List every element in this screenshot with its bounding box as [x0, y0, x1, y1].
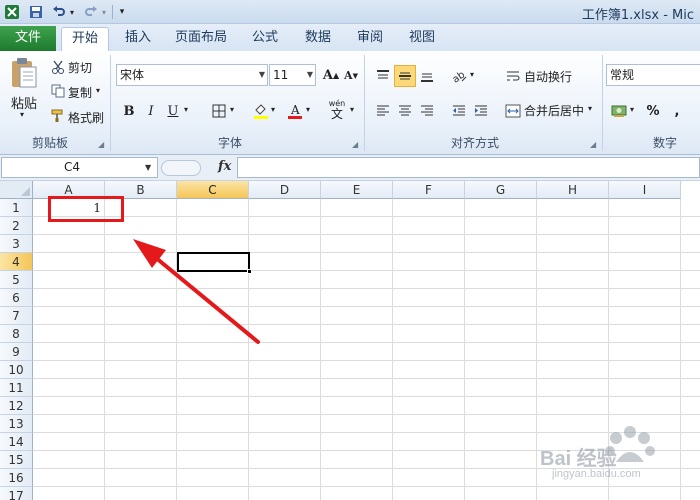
watermark-brand: Bai 经验: [540, 448, 617, 470]
baidu-jingyan-watermark: Bai 经验 jingyan.baidu.com: [538, 418, 698, 494]
watermark-domain: jingyan.baidu.com: [552, 468, 641, 480]
